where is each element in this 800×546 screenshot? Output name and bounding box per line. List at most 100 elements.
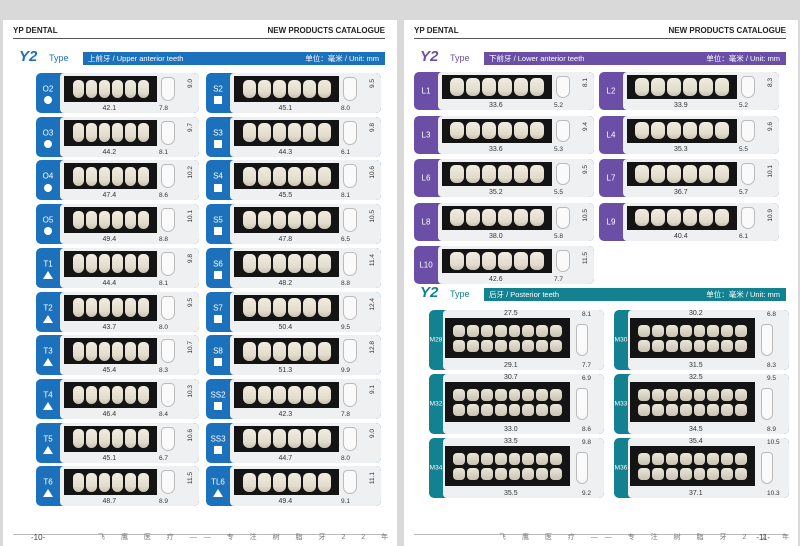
tooth bbox=[272, 472, 286, 492]
height-value: 9.7 bbox=[187, 122, 194, 132]
depth-value: 5.2 bbox=[554, 102, 564, 109]
tooth bbox=[124, 79, 136, 99]
product-card-t4[interactable]: T4 46.4 10.3 8.4 bbox=[36, 378, 199, 419]
tooth bbox=[111, 429, 123, 448]
product-card-l3[interactable]: L3 33.6 9.4 5.3 bbox=[414, 115, 594, 154]
product-card-tl6[interactable]: TL6 49.4 11.1 9.1 bbox=[206, 466, 381, 507]
width-value: 45.5 bbox=[278, 192, 293, 200]
product-card-o4[interactable]: O4 47.4 10.2 8.6 bbox=[36, 160, 199, 201]
tooth-profile-icon bbox=[161, 164, 175, 189]
product-card-t3[interactable]: T3 45.4 10.7 8.3 bbox=[36, 335, 199, 376]
tooth bbox=[137, 341, 149, 361]
width-value: 45.1 bbox=[102, 454, 117, 462]
product-card-o3[interactable]: O3 44.2 9.7 8.1 bbox=[36, 116, 199, 157]
product-card-s5[interactable]: S5 47.8 10.5 6.5 bbox=[206, 204, 381, 245]
teeth-photo bbox=[234, 469, 339, 496]
bottom-width-value: 31.5 bbox=[689, 362, 703, 369]
height-bottom-value: 9.2 bbox=[582, 490, 592, 497]
tooth bbox=[466, 252, 480, 270]
tooth bbox=[85, 254, 97, 274]
molar-profile-icon bbox=[761, 452, 773, 484]
card-code-area: M36 bbox=[614, 438, 628, 498]
product-card-l1[interactable]: L1 33.6 8.1 5.2 bbox=[414, 72, 594, 110]
tooth bbox=[683, 208, 697, 227]
tooth bbox=[466, 467, 479, 480]
tooth bbox=[272, 167, 286, 186]
tooth bbox=[124, 254, 136, 274]
tooth-profile-icon bbox=[343, 120, 357, 145]
model-code: L4 bbox=[606, 130, 616, 139]
product-card-ss3[interactable]: SS3 44.7 9.0 8.0 bbox=[206, 422, 381, 463]
tooth bbox=[550, 467, 562, 480]
tooth bbox=[111, 254, 123, 274]
tooth bbox=[287, 79, 301, 99]
molar-profile-icon bbox=[576, 324, 588, 356]
tooth bbox=[651, 78, 665, 96]
tooth bbox=[272, 298, 286, 317]
model-code: S8 bbox=[213, 346, 223, 356]
product-card-l9[interactable]: L9 40.4 10.9 6.1 bbox=[599, 202, 779, 241]
tooth bbox=[721, 452, 734, 465]
product-card-l2[interactable]: L2 33.9 8.3 5.2 bbox=[599, 72, 779, 110]
product-card-s6[interactable]: S6 48.2 11.4 8.8 bbox=[206, 247, 381, 288]
product-card-l10[interactable]: L10 42.6 11.5 7.7 bbox=[414, 246, 594, 284]
product-card-t5[interactable]: T5 45.1 10.6 6.7 bbox=[36, 422, 199, 463]
tooth-profile-icon bbox=[161, 295, 175, 320]
tooth bbox=[480, 403, 493, 416]
product-card-ss2[interactable]: SS2 42.3 9.1 7.8 bbox=[206, 378, 381, 419]
product-card-s8[interactable]: S8 51.3 12.8 9.9 bbox=[206, 335, 381, 376]
product-card-s2[interactable]: S2 45.1 9.5 8.0 bbox=[206, 73, 381, 113]
tooth bbox=[72, 254, 84, 274]
product-card-s4[interactable]: S4 45.5 10.6 8.1 bbox=[206, 160, 381, 201]
tooth bbox=[466, 121, 480, 140]
product-card-m28[interactable]: M28 27.5 29.1 8.1 7.7 bbox=[429, 310, 604, 370]
tooth bbox=[453, 388, 465, 401]
product-card-t6[interactable]: T6 48.7 11.5 8.9 bbox=[36, 466, 199, 507]
tooth bbox=[98, 298, 110, 317]
tooth bbox=[735, 403, 747, 416]
tooth bbox=[272, 254, 286, 274]
model-code: T6 bbox=[43, 477, 53, 487]
product-card-s3[interactable]: S3 44.3 9.8 6.1 bbox=[206, 116, 381, 157]
product-card-t2[interactable]: T2 43.7 9.5 8.0 bbox=[36, 291, 199, 332]
product-card-l6[interactable]: L6 35.2 9.5 5.5 bbox=[414, 159, 594, 197]
footer-slogan: 飞 鹰 医 疗 —— 专 注 树 脂 牙 2 2 年 bbox=[98, 534, 396, 541]
model-code: S3 bbox=[213, 128, 223, 138]
teeth-photo bbox=[442, 118, 552, 143]
product-card-m36[interactable]: M36 35.4 37.1 10.5 10.3 bbox=[614, 438, 789, 498]
teeth-photo bbox=[64, 76, 157, 102]
tooth bbox=[651, 324, 664, 337]
width-value: 50.4 bbox=[278, 323, 293, 331]
tooth bbox=[665, 467, 678, 480]
tooth bbox=[85, 210, 97, 230]
width-value: 44.4 bbox=[102, 279, 117, 287]
product-card-l7[interactable]: L7 36.7 10.1 5.7 bbox=[599, 159, 779, 197]
tooth bbox=[317, 79, 331, 99]
product-card-o2[interactable]: O2 42.1 9.0 7.8 bbox=[36, 73, 199, 113]
model-code: S2 bbox=[213, 84, 223, 94]
tooth bbox=[124, 210, 136, 230]
product-card-m34[interactable]: M34 33.5 35.5 9.8 9.2 bbox=[429, 438, 604, 498]
model-code: S5 bbox=[213, 215, 223, 225]
teeth-photo bbox=[234, 163, 339, 190]
tooth bbox=[137, 123, 149, 143]
tooth bbox=[272, 123, 286, 143]
product-card-m33[interactable]: M33 32.5 34.5 9.5 8.9 bbox=[614, 374, 789, 434]
section-title: 后牙 / Posterior teeth bbox=[489, 290, 560, 299]
product-card-m32[interactable]: M32 30.7 33.0 6.9 8.6 bbox=[429, 374, 604, 434]
teeth-photo bbox=[64, 338, 157, 365]
tooth bbox=[707, 403, 720, 416]
product-card-l4[interactable]: L4 35.3 9.6 5.5 bbox=[599, 115, 779, 154]
tooth bbox=[317, 210, 331, 230]
product-card-l8[interactable]: L8 38.0 10.5 5.8 bbox=[414, 202, 594, 241]
product-card-o5[interactable]: O5 49.4 10.1 8.8 bbox=[36, 204, 199, 245]
teeth-photo bbox=[234, 425, 339, 452]
model-code: L2 bbox=[606, 86, 616, 96]
product-card-s7[interactable]: S7 50.4 12.4 9.5 bbox=[206, 291, 381, 332]
tooth bbox=[302, 123, 316, 143]
card-code-area: M34 bbox=[429, 438, 443, 498]
product-card-t1[interactable]: T1 44.4 9.8 8.1 bbox=[36, 247, 199, 288]
product-card-m30[interactable]: M30 30.2 31.5 6.8 8.3 bbox=[614, 310, 789, 370]
tooth bbox=[111, 385, 123, 405]
model-code: L1 bbox=[421, 86, 431, 96]
